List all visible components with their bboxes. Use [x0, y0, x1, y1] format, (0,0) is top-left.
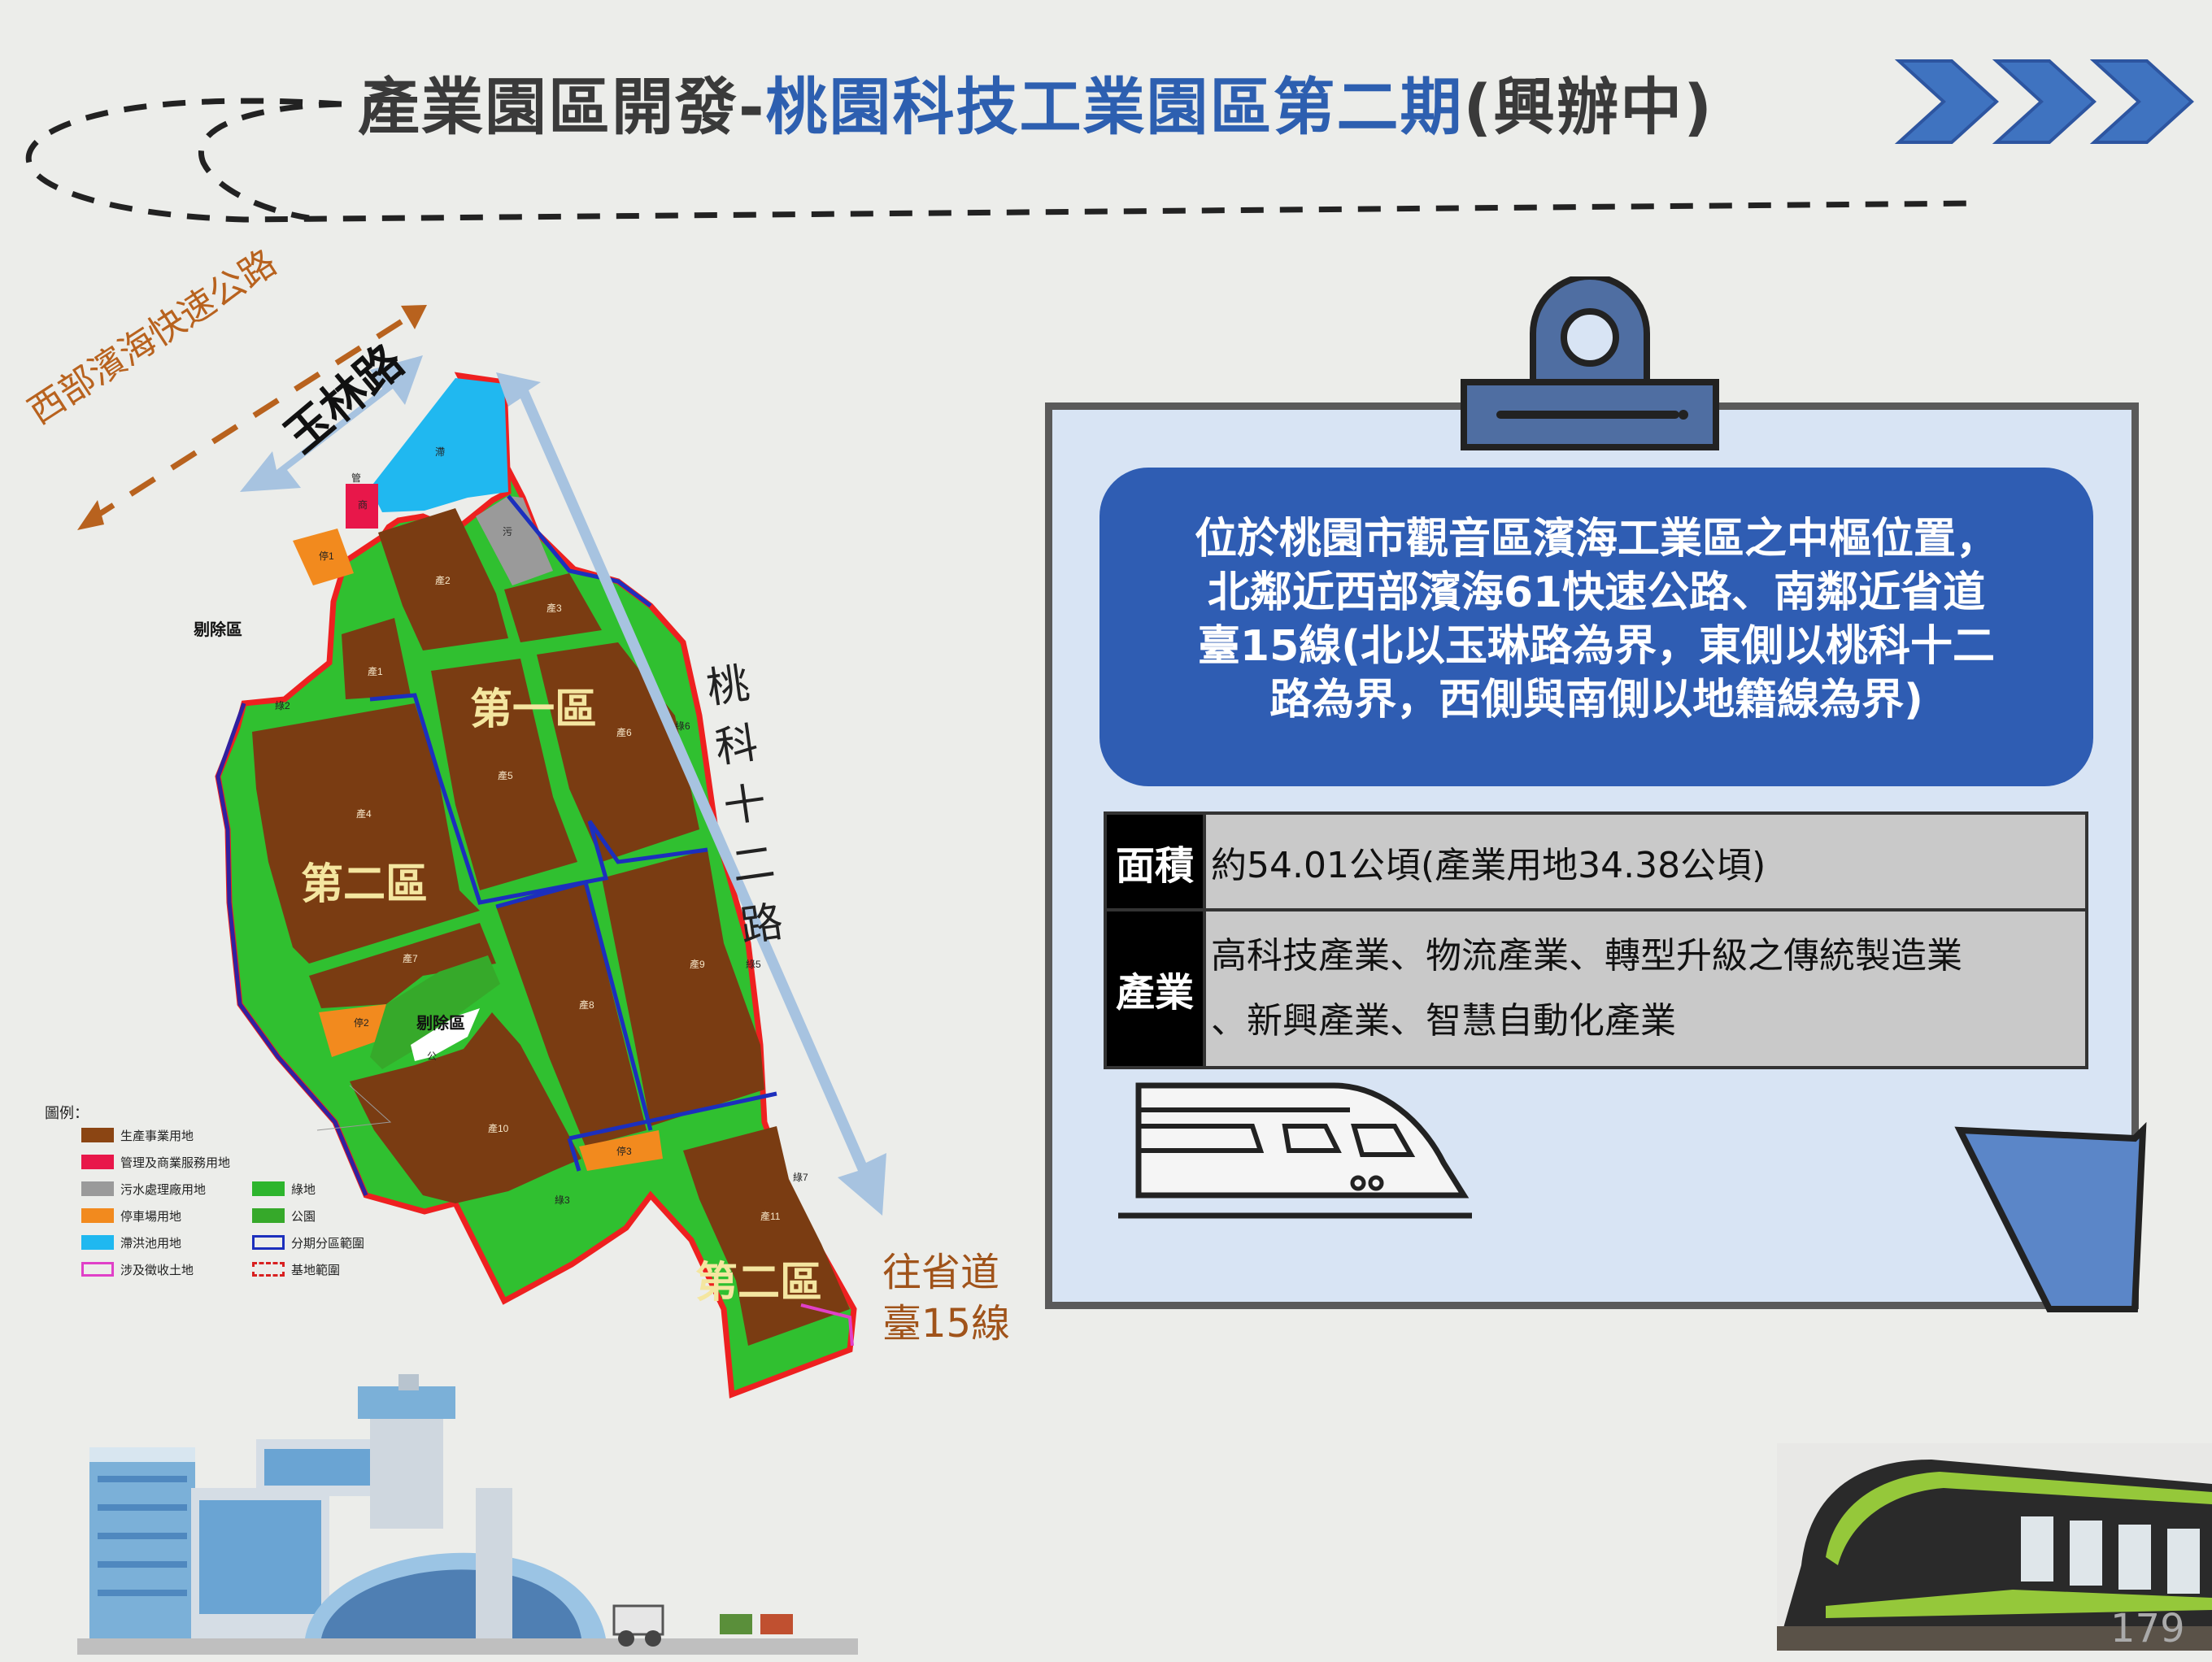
legend-label: 生產事業用地 [120, 1128, 194, 1143]
legend-swatch [81, 1262, 114, 1277]
description-line: 路為界，西側與南側以地籍線為界) [1269, 676, 1923, 724]
legend-item: 停車場用地 [81, 1207, 181, 1225]
area-label: 面積 [1104, 811, 1206, 911]
legend-swatch [81, 1181, 114, 1196]
legend-item: 綠地 [252, 1180, 316, 1198]
legend-label: 管理及商業服務用地 [120, 1155, 231, 1170]
legend-label: 分期分區範圍 [291, 1235, 365, 1251]
airport-illustration [77, 1374, 858, 1655]
legend-item: 污水處理廠用地 [81, 1180, 206, 1198]
page-number: 179 [2110, 1606, 2185, 1651]
legend-swatch [81, 1208, 114, 1223]
description-line: 位於桃園市觀音區濱海工業區之中樞位置， [1194, 515, 1998, 563]
legend-item: 滯洪池用地 [81, 1233, 181, 1251]
legend-item: 涉及徵收土地 [81, 1260, 194, 1278]
train-icon [1118, 1082, 1472, 1219]
description-line: 臺15線(北以玉琳路為界，東側以桃科十二 [1197, 622, 1996, 671]
table-row: 產業 高科技產業、物流產業、轉型升級之傳統製造業 、新興產業、智慧自動化產業 [1104, 908, 2088, 1069]
legend-swatch [252, 1235, 285, 1250]
legend-swatch [81, 1235, 114, 1250]
description-line: 北鄰近西部濱海61快速公路、南鄰近省道 [1207, 568, 1986, 617]
legend-label: 基地範圍 [291, 1262, 341, 1277]
legend-label: 綠地 [291, 1181, 316, 1197]
clip-icon [1461, 276, 1719, 450]
industry-value: 高科技產業、物流產業、轉型升級之傳統製造業 、新興產業、智慧自動化產業 [1203, 908, 2088, 1069]
legend-item: 分期分區範圍 [252, 1233, 364, 1251]
legend-label: 公園 [291, 1208, 316, 1224]
legend-swatch [252, 1208, 285, 1223]
industry-label: 產業 [1104, 908, 1206, 1069]
legend-item: 公園 [252, 1207, 316, 1225]
description-box: 位於桃園市觀音區濱海工業區之中樞位置， 北鄰近西部濱海61快速公路、南鄰近省道 … [1099, 468, 2093, 786]
legend-label: 涉及徵收土地 [120, 1262, 194, 1277]
industry-line: 高科技產業、物流產業、轉型升級之傳統製造業 [1211, 935, 1962, 977]
info-table: 面積 約54.01公頃(產業用地34.38公頃) 產業 高科技產業、物流產業、轉… [1104, 811, 2088, 1069]
legend-swatch [252, 1181, 285, 1196]
legend-label: 滯洪池用地 [120, 1235, 182, 1251]
legend-swatch [252, 1262, 285, 1277]
page-curl-icon [1954, 1122, 2147, 1312]
table-row: 面積 約54.01公頃(產業用地34.38公頃) [1104, 811, 2088, 911]
legend-item: 基地範圍 [252, 1260, 340, 1278]
legend-swatch [81, 1128, 114, 1142]
legend-item: 生產事業用地 [81, 1126, 194, 1144]
industry-line: 、新興產業、智慧自動化產業 [1211, 1000, 1676, 1042]
legend-item: 管理及商業服務用地 [81, 1153, 230, 1171]
area-value: 約54.01公頃(產業用地34.38公頃) [1203, 811, 2088, 911]
legend-swatch [81, 1155, 114, 1169]
legend-title: 圖例： [45, 1105, 89, 1122]
legend-label: 停車場用地 [120, 1208, 182, 1224]
legend-label: 污水處理廠用地 [120, 1181, 207, 1197]
